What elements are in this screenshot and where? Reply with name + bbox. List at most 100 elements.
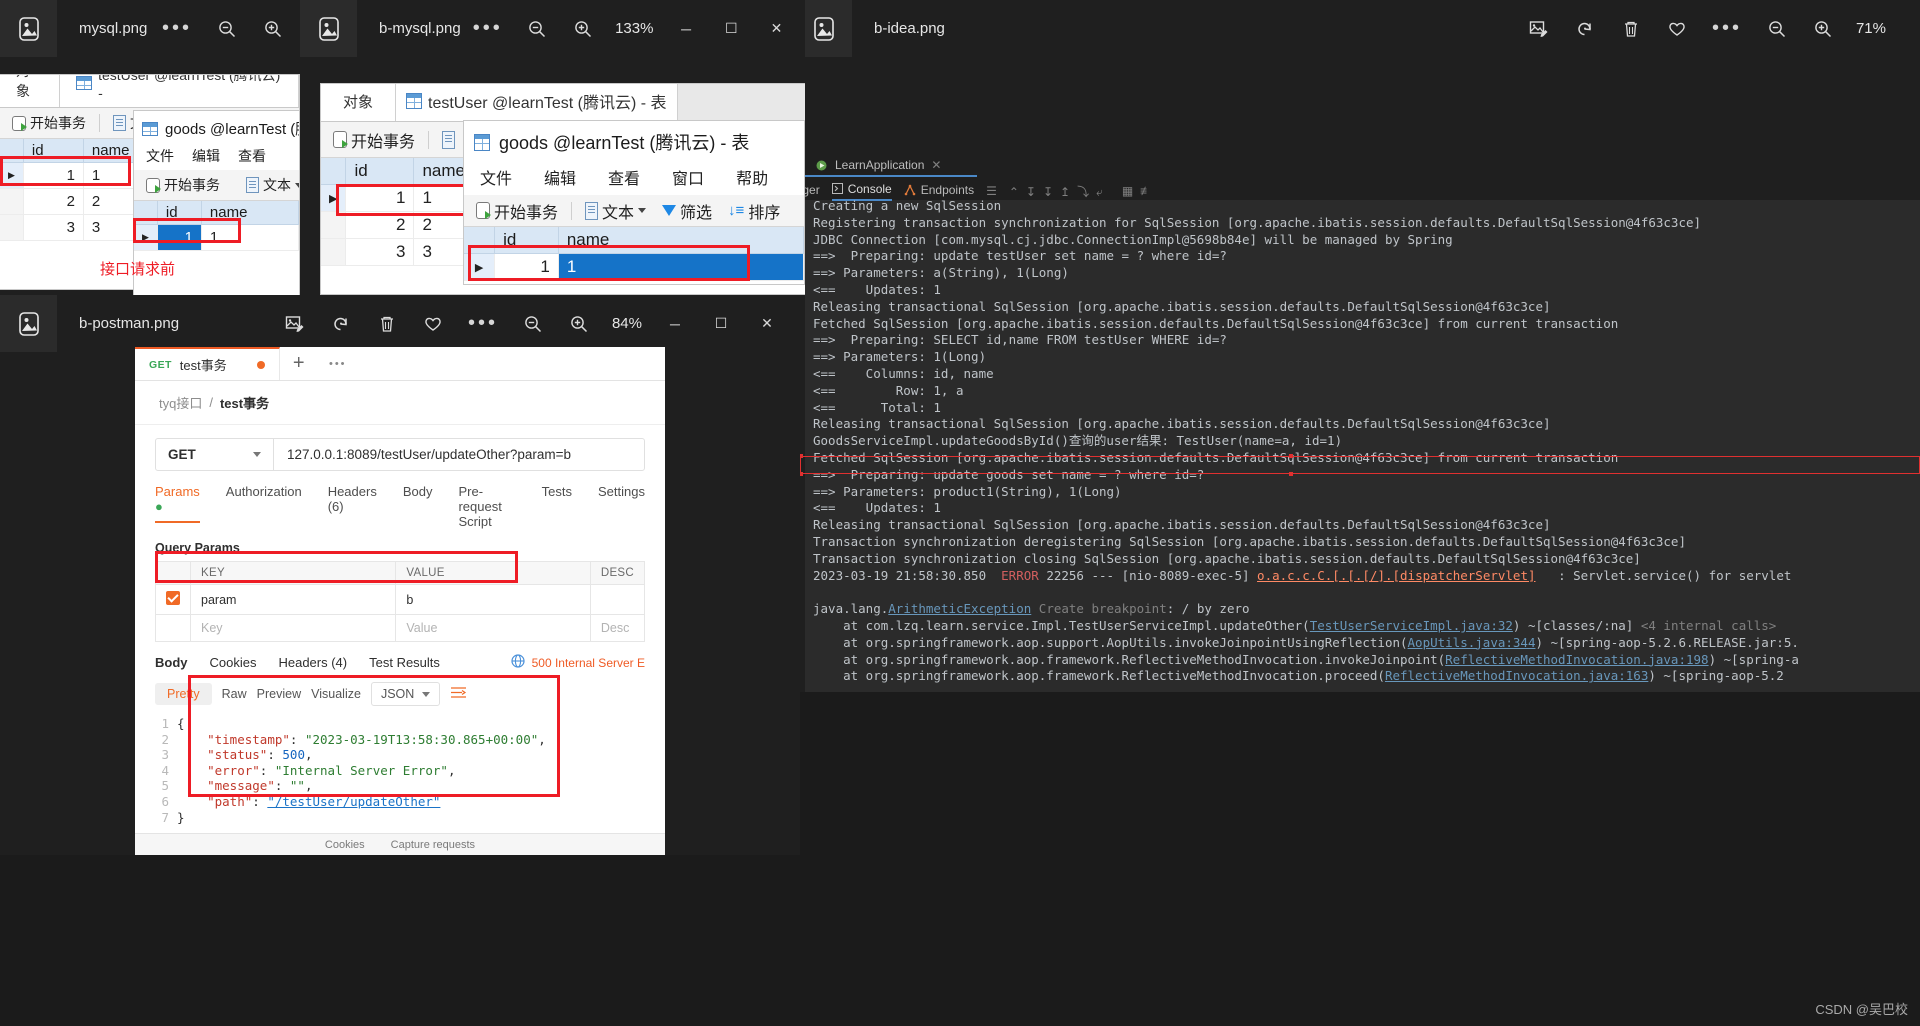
response-body-code[interactable]: 1 2 3 4 5 6 7 { "timestamp": "2023-03-19… xyxy=(155,716,645,825)
zoom-in-icon[interactable] xyxy=(556,304,602,344)
menu-window[interactable]: 窗口 xyxy=(672,165,704,189)
param-checkbox-cell[interactable] xyxy=(155,584,191,615)
console-toolbar-icons[interactable]: ⌃↧↧↥⤵⤶ xyxy=(1009,183,1110,200)
cell-id[interactable]: 3 xyxy=(345,238,415,266)
menu-file[interactable]: 文件 xyxy=(146,146,174,166)
maximize-button[interactable]: ☐ xyxy=(709,9,754,49)
param-value-placeholder[interactable]: Value xyxy=(395,614,591,642)
cell-name[interactable]: 1 xyxy=(201,224,299,251)
menu-edit[interactable]: 编辑 xyxy=(192,146,220,166)
heart-icon[interactable] xyxy=(410,304,456,344)
param-checkbox[interactable] xyxy=(166,591,180,605)
b-postman-more-button[interactable]: ••• xyxy=(456,312,510,335)
zoom-in-icon[interactable] xyxy=(1800,9,1846,49)
chevron-down-icon[interactable] xyxy=(638,208,647,213)
param-key-placeholder[interactable]: Key xyxy=(189,614,397,642)
col-id[interactable]: id xyxy=(23,139,84,163)
zoom-out-icon[interactable] xyxy=(510,304,556,344)
cell-name[interactable]: 1 xyxy=(558,253,804,281)
param-checkbox-cell-empty[interactable] xyxy=(155,614,191,642)
col-id[interactable]: id xyxy=(157,201,202,225)
res-tab-headers[interactable]: Headers (4) xyxy=(278,655,347,670)
col-name[interactable]: name xyxy=(201,201,299,225)
rotate-icon[interactable] xyxy=(318,304,364,344)
url-input[interactable]: 127.0.0.1:8089/testUser/updateOther?para… xyxy=(274,439,644,470)
cell-id[interactable]: 1 xyxy=(494,253,559,281)
heart-icon[interactable] xyxy=(1654,9,1700,49)
res-tab-test-results[interactable]: Test Results xyxy=(369,655,440,670)
tab-pre-request-script[interactable]: Pre-request Script xyxy=(458,484,515,529)
param-desc-placeholder[interactable]: Desc xyxy=(589,614,646,642)
tab-endpoints[interactable]: Endpoints xyxy=(904,183,974,200)
mysql-more-button[interactable]: ••• xyxy=(150,17,204,40)
cell-id[interactable]: 1 xyxy=(345,184,415,212)
zoom-out-icon[interactable] xyxy=(515,9,560,49)
view-raw[interactable]: Raw xyxy=(222,687,247,701)
edit-image-icon[interactable] xyxy=(1516,9,1562,49)
menu-file[interactable]: 文件 xyxy=(480,165,512,189)
zoom-in-icon[interactable] xyxy=(250,9,296,49)
delete-icon[interactable] xyxy=(1608,9,1654,49)
text-button[interactable]: 文本 xyxy=(579,199,652,223)
cell-id[interactable]: 1 xyxy=(157,224,202,251)
console-soft-wrap-icons[interactable]: ▦≢ xyxy=(1122,184,1159,198)
sort-button[interactable]: ↓≡ 排序 xyxy=(722,199,786,223)
window-b-idea[interactable]: b-idea.png ••• 71% LearnApplication ✕ ge… xyxy=(795,0,1920,692)
console-stack-line[interactable]: at org.springframework.aop.framework.Ref… xyxy=(813,652,1920,669)
menu-edit[interactable]: 编辑 xyxy=(544,165,576,189)
cell-id[interactable]: 3 xyxy=(23,214,84,241)
tab-settings[interactable]: Settings xyxy=(598,484,645,529)
tab-tests[interactable]: Tests xyxy=(542,484,572,529)
filter-button[interactable]: 筛选 xyxy=(656,199,718,223)
close-icon[interactable]: ✕ xyxy=(931,158,941,172)
param-key-cell[interactable]: param xyxy=(189,584,397,615)
menu-view[interactable]: 查看 xyxy=(608,165,640,189)
request-tab[interactable]: GET test事务 xyxy=(135,347,280,380)
bottom-cookies[interactable]: Cookies xyxy=(325,839,365,851)
idea-run-tab[interactable]: LearnApplication ✕ xyxy=(805,155,977,177)
begin-transaction-button[interactable]: 开始事务 xyxy=(470,199,564,223)
breadcrumb-collection[interactable]: tyq接口 xyxy=(159,393,202,412)
begin-transaction-button[interactable]: 开始事务 xyxy=(327,128,421,152)
bottom-capture-requests[interactable]: Capture requests xyxy=(391,839,475,851)
tab-testuser-table[interactable]: testUser @learnTest (腾讯云) - xyxy=(60,75,299,107)
tab-body[interactable]: Body xyxy=(403,484,433,529)
view-preview[interactable]: Preview xyxy=(257,687,301,701)
close-button[interactable]: ✕ xyxy=(754,9,799,49)
console-stack-line[interactable]: at org.springframework.aop.support.AopUt… xyxy=(813,635,1920,652)
zoom-out-icon[interactable] xyxy=(1754,9,1800,49)
console-stack-line[interactable]: java.lang.ArithmeticException Create bre… xyxy=(813,601,1920,618)
zoom-out-icon[interactable] xyxy=(204,9,250,49)
tab-testuser-table[interactable]: testUser @learnTest (腾讯云) - 表 xyxy=(396,84,678,121)
view-options-icon[interactable]: ☰ xyxy=(986,184,997,198)
begin-transaction-button[interactable]: 开始事务 xyxy=(140,175,226,195)
tab-headers[interactable]: Headers (6) xyxy=(328,484,377,529)
param-row[interactable]: param b xyxy=(155,584,646,615)
maximize-button[interactable]: ☐ xyxy=(698,304,744,344)
console-stack-line[interactable]: at com.lzq.learn.service.Impl.TestUserSe… xyxy=(813,618,1920,635)
view-pretty[interactable]: Pretty xyxy=(155,683,212,705)
format-select[interactable]: JSON xyxy=(370,682,441,706)
delete-icon[interactable] xyxy=(364,304,410,344)
edit-image-icon[interactable] xyxy=(272,304,318,344)
b-mysql-more-button[interactable]: ••• xyxy=(461,17,515,40)
wrap-lines-icon[interactable] xyxy=(450,686,467,702)
begin-transaction-button[interactable]: 开始事务 xyxy=(6,113,92,133)
rotate-icon[interactable] xyxy=(1562,9,1608,49)
tab-objects[interactable]: 对象 xyxy=(0,75,61,107)
view-visualize[interactable]: Visualize xyxy=(311,687,361,701)
col-id[interactable]: id xyxy=(345,158,415,185)
param-desc-cell[interactable] xyxy=(589,584,646,615)
tab-authorization[interactable]: Authorization xyxy=(226,484,302,529)
text-button[interactable] xyxy=(436,130,461,149)
query-params-table[interactable]: KEY VALUE DESC param b Key Value Desc xyxy=(155,561,646,642)
text-button[interactable]: 文本 xyxy=(240,175,299,195)
close-button[interactable]: ✕ xyxy=(744,304,790,344)
menu-help[interactable]: 帮助 xyxy=(736,165,768,189)
cell-id[interactable]: 2 xyxy=(23,188,84,215)
console-stack-line[interactable]: at org.springframework.aop.framework.Ref… xyxy=(813,668,1920,685)
cell-id[interactable]: 1 xyxy=(23,162,84,189)
res-tab-cookies[interactable]: Cookies xyxy=(210,655,257,670)
new-tab-button[interactable]: + xyxy=(280,347,318,380)
minimize-button[interactable]: ─ xyxy=(652,304,698,344)
